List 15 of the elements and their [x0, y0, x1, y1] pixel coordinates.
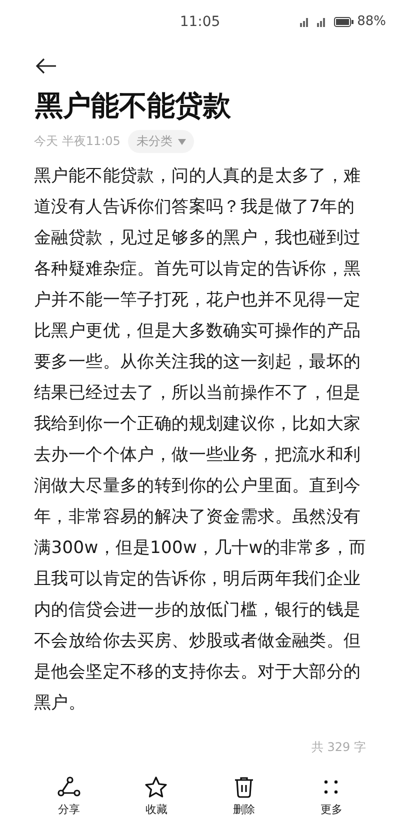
delete-button[interactable]: 删除	[214, 776, 274, 817]
note-title: 黑户能不能贷款	[35, 88, 232, 124]
word-count: 共 329 字	[311, 739, 366, 756]
note-body: 黑户能不能贷款，问的人真的是太多了，难道没有人告诉你们答案吗？我是做了7年的金融贷款，见过足够多的黑户，我也碰到过各种疑难杂症。首先可以肯定的告诉你，黑户并不能一竿子打死，花户也并不见得一定比黑户更优，但是大多数确实可操作的产品要多一些。从你关注我的这一刻起，最坏的结果已经过去了，所以当前操作不了，但是我给到你一个正确的规划建议你，比如大家去办一个个体户，做一些业务，把流水和利润做大尽量多的转到你的公户里面。直到今年，非常容易的解决了资金需求。虽然没有满300w，但是100w，几十w的非常多，而且我可以肯定的告诉你，明后两年我们企业内的信贷会进一步的放低门槛，银行的钱是不会放给你去买房、炒股或者做金融类。但是他会坚定不移的支持你去。对于大部分的黑户。	[34, 165, 368, 715]
caret-icon	[178, 138, 186, 144]
more-button[interactable]: 更多	[301, 776, 362, 817]
battery-level: 88%	[357, 14, 386, 29]
share-icon	[56, 776, 81, 798]
battery-icon	[334, 16, 354, 26]
status-time: 11:05	[180, 14, 220, 30]
back-icon[interactable]	[35, 58, 57, 74]
share-button[interactable]: 分享	[38, 776, 99, 817]
star-icon	[144, 776, 168, 798]
star-button[interactable]: 收藏	[126, 776, 186, 817]
note-date: 今天 半夜11:05	[34, 133, 120, 150]
